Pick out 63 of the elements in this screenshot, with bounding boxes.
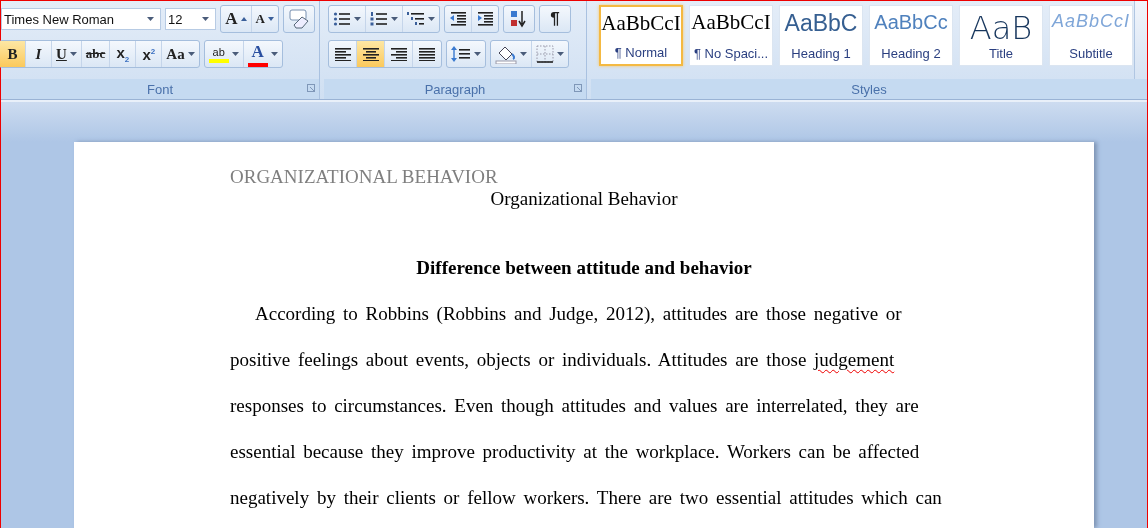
group-label: Styles <box>591 79 1147 99</box>
italic-button[interactable]: I <box>26 41 52 67</box>
line-spacing-icon <box>451 45 471 63</box>
caret-icon <box>187 52 195 56</box>
group-label: Font <box>1 79 319 99</box>
paint-bucket-icon <box>495 44 517 64</box>
paragraph-line: positive feelings about events, objects or individuals. Attitudes are those judgement <box>230 348 895 372</box>
caret-icon <box>69 52 77 56</box>
caret-icon <box>428 17 435 21</box>
group-label: Paragraph <box>324 79 586 99</box>
dialog-launcher-icon <box>307 84 315 92</box>
align-right-icon <box>389 47 408 61</box>
font-color-button[interactable]: A <box>243 41 282 67</box>
dialog-launcher-icon <box>574 84 582 92</box>
paragraph-line: responses to circumstances. Even though attitudes and values are interrelated, they are <box>230 394 919 418</box>
bulleted-list-icon <box>333 11 351 27</box>
caret-icon <box>270 52 278 56</box>
page-header: ORGANIZATIONAL BEHAVIOR <box>230 166 498 188</box>
gallery-scrollbar[interactable] <box>1134 1 1147 79</box>
underline-button[interactable]: U <box>52 41 82 67</box>
highlight-button[interactable]: ab <box>204 41 244 67</box>
caret-icon <box>146 17 154 21</box>
document-title: Organizational Behavior <box>490 188 678 210</box>
caret-icon <box>202 17 210 21</box>
align-left-icon <box>333 47 352 61</box>
caret-icon <box>520 52 527 56</box>
style-tile[interactable]: AaBbCcI Subtitle <box>1049 5 1133 66</box>
caret-icon <box>474 52 481 56</box>
align-center-button[interactable] <box>357 41 385 67</box>
eraser-icon <box>288 9 310 29</box>
style-tile[interactable]: AaBbC Heading 1 <box>779 5 863 66</box>
up-caret-icon <box>240 17 247 21</box>
show-marks-button[interactable]: ¶ <box>540 6 570 32</box>
justify-icon <box>418 47 436 61</box>
change-case-button[interactable]: Aa <box>162 41 199 67</box>
font-size-dropdown[interactable]: 12 <box>164 8 217 30</box>
style-tile[interactable]: AaBbCc Heading 2 <box>869 5 953 66</box>
paragraph-line: According to Robbins (Robbins and Judge, 2012), attitudes are those negative or <box>254 302 902 326</box>
caret-icon <box>354 17 361 21</box>
font-name-dropdown[interactable]: Times New Roman <box>1 8 161 30</box>
multilevel-list-icon <box>407 11 425 27</box>
style-tile[interactable]: AaBbCcI ¶ No Spaci... <box>689 5 773 66</box>
down-caret-icon <box>268 17 274 21</box>
subscript-button[interactable]: x$_{2}$ <box>110 41 137 67</box>
numbered-list-icon <box>370 11 388 27</box>
caret-icon <box>231 52 239 56</box>
sort-icon <box>510 10 528 28</box>
increase-indent-icon <box>476 11 494 27</box>
caret-icon <box>391 17 398 21</box>
style-tile[interactable]: AaBbCcI ¶ Normal <box>599 5 683 66</box>
section-heading: Difference between attitude and behavior <box>416 257 752 279</box>
grow-font-button[interactable]: A <box>221 6 252 32</box>
paragraph-line: negatively by their clients or fellow workers. There are two essential attitudes which can <box>230 486 942 510</box>
decrease-indent-icon <box>449 11 467 27</box>
borders-icon <box>536 45 554 63</box>
caret-icon <box>557 52 564 56</box>
shrink-font-button[interactable]: A <box>251 6 278 32</box>
paragraph-line: essential because they improve productivity at the workplace. Workers can be affected <box>230 440 920 464</box>
superscript-button[interactable]: x$^{2}$ <box>136 41 163 67</box>
bold-button[interactable]: B <box>0 41 26 67</box>
align-center-icon <box>361 47 380 61</box>
style-tile[interactable]: AaB Title <box>959 5 1043 66</box>
strikethrough-button[interactable]: abc <box>81 41 111 67</box>
